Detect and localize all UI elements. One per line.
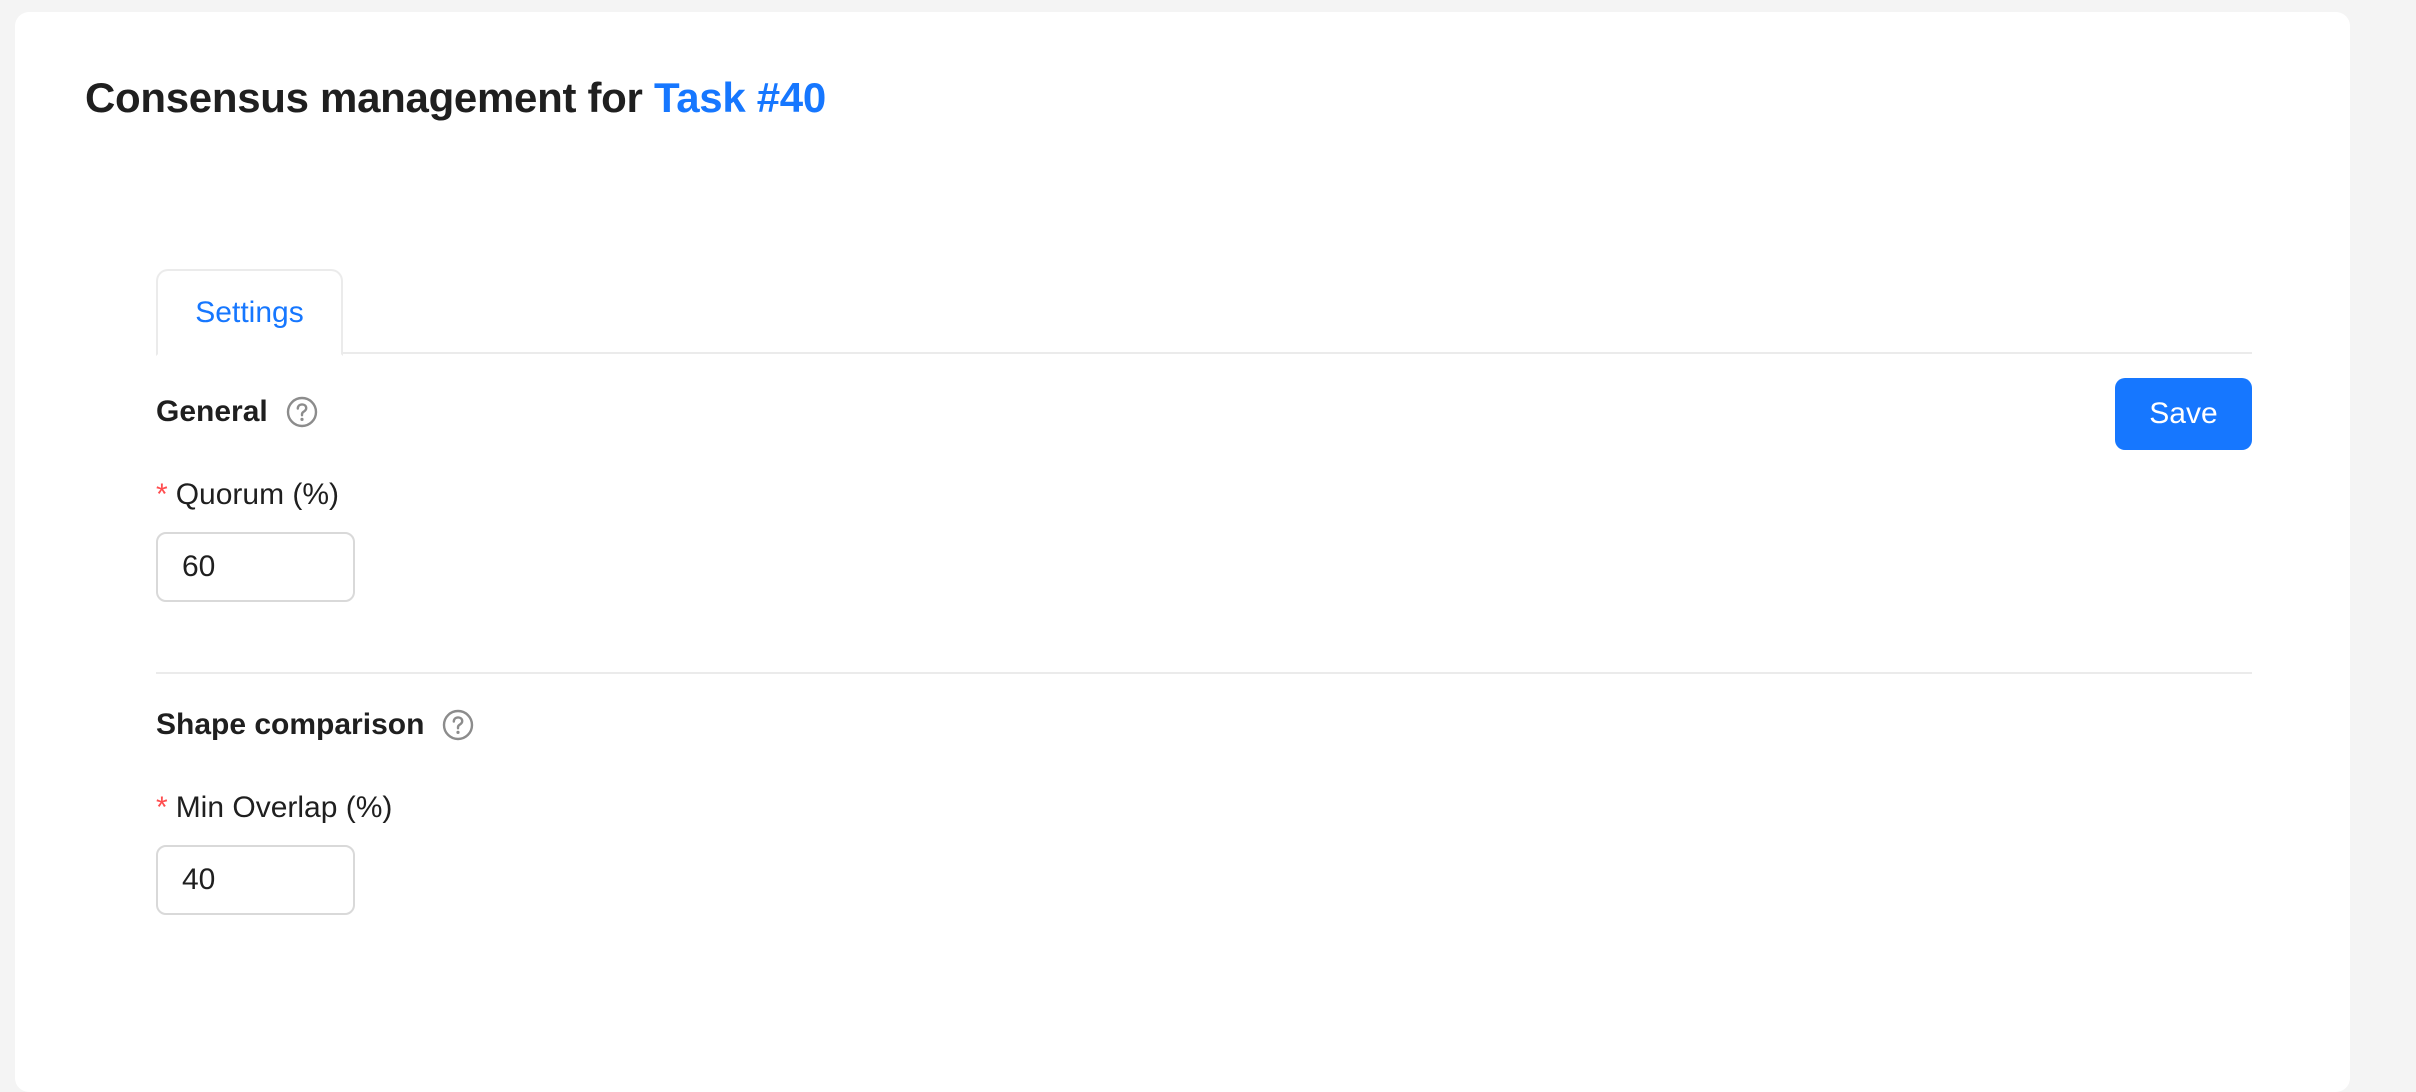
- tabs-bar: Settings: [156, 257, 2252, 356]
- min-overlap-label-text: Min Overlap (%): [175, 791, 393, 824]
- section-divider: [156, 672, 2252, 674]
- page-title: Consensus management for Task #40: [85, 74, 826, 122]
- required-mark: *: [156, 791, 168, 824]
- quorum-label-text: Quorum (%): [175, 478, 340, 511]
- shape-comparison-section-label: Shape comparison: [156, 708, 425, 741]
- page-title-prefix: Consensus management for: [85, 74, 643, 121]
- required-mark: *: [156, 478, 168, 511]
- general-section-label: General: [156, 395, 268, 428]
- min-overlap-label: * Min Overlap (%): [156, 791, 392, 825]
- save-button[interactable]: Save: [2115, 378, 2252, 450]
- shape-comparison-section-title: Shape comparison: [156, 708, 474, 742]
- tab-settings[interactable]: Settings: [156, 269, 343, 356]
- general-section-title: General: [156, 395, 318, 429]
- question-circle-icon[interactable]: [286, 396, 318, 428]
- question-circle-icon[interactable]: [442, 709, 474, 741]
- quorum-label: * Quorum (%): [156, 478, 339, 512]
- task-link[interactable]: Task #40: [654, 74, 826, 121]
- min-overlap-input[interactable]: [156, 845, 355, 915]
- main-card: Consensus management for Task #40 Settin…: [15, 12, 2350, 1092]
- quorum-input[interactable]: [156, 532, 355, 602]
